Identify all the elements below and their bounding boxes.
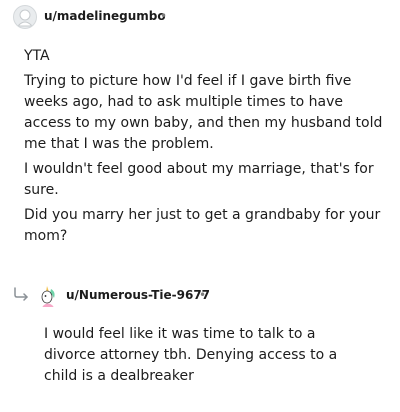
reply-body: I would feel like it was time to talk to… — [44, 324, 364, 387]
comment-paragraph: Did you marry her just to get a grandbab… — [24, 207, 381, 244]
default-avatar-icon[interactable] — [13, 5, 37, 29]
reply-paragraph: I would feel like it was time to talk to… — [44, 326, 338, 384]
separator-dot: • — [160, 9, 168, 23]
reply-arrow-icon — [12, 286, 32, 306]
separator-dot: • — [199, 288, 207, 302]
comment-paragraph: Trying to picture how I'd feel if I gave… — [24, 73, 383, 152]
unicorn-avatar-icon[interactable] — [36, 284, 60, 308]
comment-paragraph: I wouldn't feel good about my marriage, … — [24, 161, 374, 198]
reply-author[interactable]: u/Numerous-Tie-9677 — [66, 288, 210, 302]
comment-author[interactable]: u/madelinegumbo — [44, 9, 166, 23]
comment-paragraph: YTA — [24, 48, 50, 64]
comment-body: YTA Trying to picture how I'd feel if I … — [24, 46, 384, 247]
